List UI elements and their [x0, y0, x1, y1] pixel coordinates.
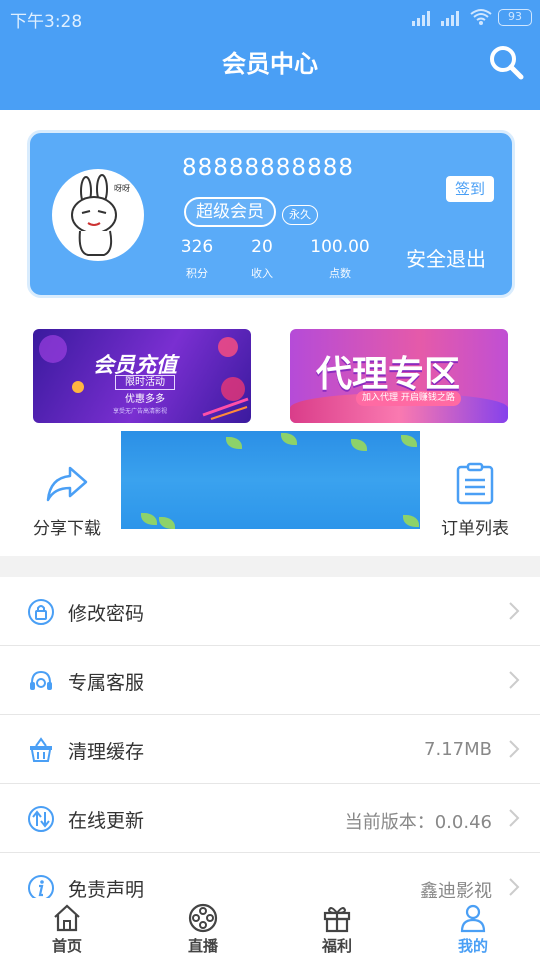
vip-badge: 超级会员 [184, 197, 276, 227]
signal-icon [441, 10, 463, 26]
stat-label: 积分 [186, 267, 208, 280]
basket-icon [30, 737, 52, 762]
wifi-icon [470, 8, 492, 31]
chevron-right-icon [509, 602, 520, 620]
version-value: 当前版本：0.0.46 [344, 812, 492, 833]
page-title: 会员中心 [222, 50, 318, 78]
chevron-right-icon [509, 878, 520, 896]
banner-note: 享受无广告高清影视 [113, 408, 168, 415]
stat-value: 100.00 [310, 237, 370, 257]
tab-label: 直播 [187, 937, 218, 955]
tab-welfare[interactable]: 福利 [287, 898, 387, 960]
stat-value: 326 [180, 237, 214, 257]
signin-button[interactable]: 签到 [446, 176, 494, 202]
cache-size-value: 7.17MB [424, 739, 492, 760]
gift-icon [323, 907, 351, 933]
chevron-right-icon [509, 740, 520, 758]
stat-label: 点数 [329, 267, 351, 280]
share-download-label: 分享下载 [33, 519, 101, 539]
agent-banner[interactable]: 代理专区 加入代理 开启赚钱之路 [290, 329, 508, 423]
stat-value: 20 [251, 237, 273, 257]
menu-item-label: 专属客服 [68, 672, 145, 694]
menu-item-change-password[interactable]: 修改密码 [0, 577, 540, 646]
banner-note: 加入代理 开启赚钱之路 [356, 391, 461, 406]
home-icon [54, 904, 80, 932]
banner-subtitle: 优惠多多 [125, 394, 165, 405]
leaf-decor [281, 433, 297, 445]
signal-icon [412, 10, 434, 26]
vip-duration-badge: 永久 [282, 205, 318, 225]
menu-item-label: 在线更新 [68, 810, 145, 832]
menu-item-online-update[interactable]: 在线更新 当前版本：0.0.46 [0, 784, 540, 853]
leaf-decor [159, 517, 175, 529]
tab-live[interactable]: 直播 [153, 898, 253, 960]
clipboard-icon [456, 462, 494, 505]
user-icon [460, 904, 486, 933]
search-button[interactable] [486, 42, 526, 82]
user-card: 呀呀 88888888888 超级会员 永久 签到 326 积分 20 收入 1… [27, 130, 515, 298]
leaf-decor [401, 435, 417, 447]
status-bar: 下午3:28 93 [0, 0, 540, 36]
banner-tag: 限时活动 [115, 375, 175, 390]
chevron-right-icon [509, 809, 520, 827]
leaf-decor [351, 439, 367, 451]
recharge-banner[interactable]: 会员充值 限时活动 优惠多多 享受无广告高清影视 [33, 329, 251, 423]
menu-item-label: 修改密码 [68, 603, 145, 625]
leaf-decor [403, 515, 419, 527]
update-arrows-icon [28, 806, 54, 832]
avatar[interactable]: 呀呀 [52, 169, 144, 261]
battery-indicator: 93 [498, 9, 532, 26]
leaf-decor [226, 437, 242, 449]
ad-banner[interactable] [121, 431, 420, 529]
leaf-decor [141, 513, 157, 525]
banner-title: 代理专区 [316, 354, 461, 395]
tab-label: 我的 [457, 937, 488, 955]
logout-button[interactable]: 安全退出 [406, 243, 486, 272]
stat-label: 收入 [251, 267, 273, 280]
film-reel-icon [188, 903, 218, 933]
menu-item-label: 清理缓存 [68, 741, 145, 763]
menu-item-customer-service[interactable]: 专属客服 [0, 646, 540, 715]
lock-icon [28, 599, 54, 625]
settings-menu: 修改密码 专属客服 清理缓存 7.17MB 在线更新 当前版本：0.0.46 免… [0, 577, 540, 922]
tab-home[interactable]: 首页 [17, 898, 117, 960]
tab-label: 福利 [321, 937, 352, 955]
stat-credits: 100.00 点数 [304, 237, 376, 281]
stat-income: 20 收入 [242, 237, 282, 281]
share-icon [46, 466, 88, 502]
menu-item-clear-cache[interactable]: 清理缓存 7.17MB [0, 715, 540, 784]
tab-mine[interactable]: 我的 [423, 898, 523, 960]
svg-text:呀呀: 呀呀 [114, 184, 130, 193]
app-header: 下午3:28 93 会员中心 [0, 0, 540, 110]
status-time: 下午3:28 [10, 12, 83, 32]
tab-label: 首页 [51, 937, 82, 955]
user-id: 88888888888 [182, 155, 354, 181]
chevron-right-icon [509, 671, 520, 689]
order-list-label: 订单列表 [441, 519, 509, 539]
bottom-tab-bar: 首页 直播 福利 我的 [0, 898, 540, 960]
stat-points: 326 积分 [172, 237, 222, 281]
search-icon [490, 46, 524, 80]
headset-icon [30, 670, 52, 690]
